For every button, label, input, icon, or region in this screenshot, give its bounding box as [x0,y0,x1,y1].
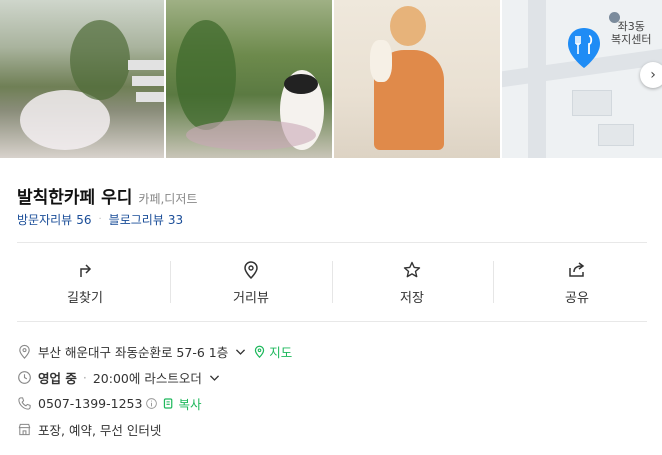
share-button[interactable]: 공유 [492,256,662,312]
share-icon [569,262,585,277]
divider [17,242,647,243]
info-icon[interactable] [145,397,158,410]
street-view-icon [244,261,258,280]
address-row: 부산 해운대구 좌동순환로 57-6 1층 지도 [17,342,292,361]
blog-review-link[interactable]: 블로그리뷰 33 [109,211,183,228]
hours-row: 영업 중 · 20:00에 라스트오더 [17,368,227,387]
share-label: 공유 [565,291,589,306]
photo-plants[interactable] [166,0,332,158]
address-text: 부산 해운대구 좌동순환로 57-6 1층 [38,345,229,360]
divider [493,261,494,303]
amenities-row: 포장, 예약, 무선 인터넷 [17,420,161,439]
star-icon [403,261,421,278]
place-name: 발칙한카페 우디 [17,188,133,208]
map-link[interactable]: 지도 [269,342,292,361]
map-poi-label: 좌3동 복지센터 [611,20,652,46]
directions-button[interactable]: 길찾기 [0,256,170,312]
business-status: 영업 중 [38,371,77,386]
save-label: 저장 [400,291,424,306]
place-category: 카페,디저트 [138,192,198,206]
amenities-text: 포장, 예약, 무선 인터넷 [38,423,162,438]
action-bar: 길찾기 거리뷰 저장 공유 [0,256,662,312]
hours-text: 20:00에 라스트오더 [92,371,202,386]
phone-row: 0507-1399-1253 복사 [17,394,201,413]
save-button[interactable]: 저장 [332,256,492,312]
divider [170,261,171,303]
photo-interior[interactable] [0,0,164,158]
chevron-down-icon[interactable] [208,371,221,384]
chevron-right-icon: › [650,67,656,83]
map-pin-icon [255,345,265,358]
review-links: 방문자리뷰 56 · 블로그리뷰 33 [17,211,183,228]
copy-icon [164,398,173,409]
photo-figure[interactable] [334,0,500,158]
chevron-down-icon[interactable] [234,345,247,358]
store-icon [18,423,31,436]
street-view-label: 거리뷰 [233,291,269,306]
visitor-review-link[interactable]: 방문자리뷰 56 [17,211,91,228]
phone-icon [18,397,31,410]
restaurant-pin-icon [568,28,600,68]
clock-icon [18,371,31,384]
photo-strip: 좌3동 복지센터 [0,0,662,158]
separator-dot: · [82,370,87,385]
separator-dot: · [98,214,102,225]
phone-number[interactable]: 0507-1399-1253 [38,396,142,411]
divider [17,321,647,322]
street-view-button[interactable]: 거리뷰 [170,256,332,312]
copy-button[interactable]: 복사 [178,394,201,413]
next-photo-button[interactable]: › [640,62,662,88]
directions-label: 길찾기 [67,291,103,306]
directions-icon [80,264,92,277]
location-pin-icon [19,344,30,359]
map-thumbnail[interactable]: 좌3동 복지센터 [502,0,662,158]
place-header: 발칙한카페 우디 카페,디저트 [17,183,197,208]
divider [332,261,333,303]
